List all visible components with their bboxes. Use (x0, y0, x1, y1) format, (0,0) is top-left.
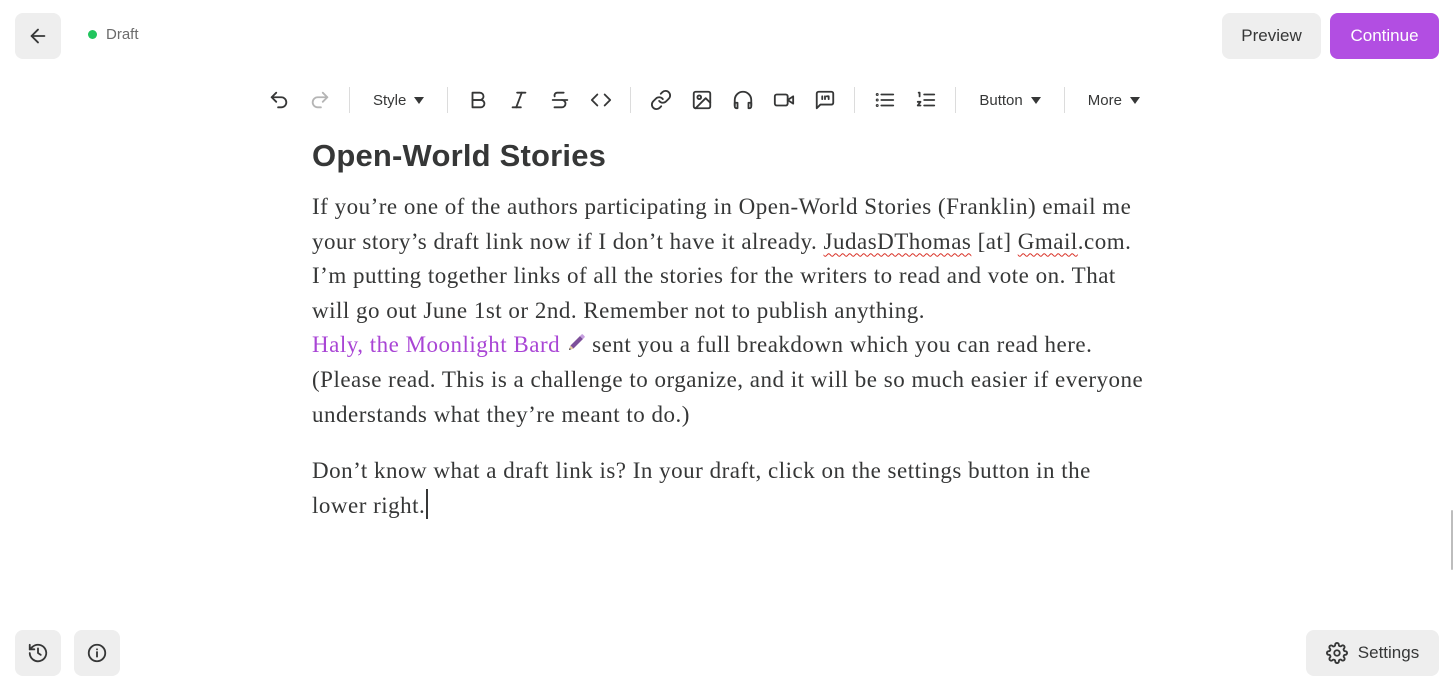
pullquote-button[interactable] (804, 80, 845, 120)
status-label: Draft (106, 26, 139, 43)
arrow-left-icon (30, 28, 46, 44)
continue-button[interactable]: Continue (1330, 13, 1439, 59)
style-dropdown-label: Style (373, 91, 407, 109)
text-line: lower right. (312, 488, 1142, 524)
history-button[interactable] (15, 630, 61, 676)
text-run: [at] (971, 228, 1018, 254)
text-run: sent you a full breakdown which you can … (592, 332, 1093, 358)
gear-icon (1325, 642, 1348, 664)
italic-icon (511, 91, 527, 109)
post-title[interactable]: Open-World Stories (312, 138, 1142, 174)
toolbar-divider (349, 87, 350, 113)
more-dropdown-label: More (1087, 91, 1122, 109)
text-cursor (426, 488, 428, 519)
bold-button[interactable] (457, 80, 498, 120)
editor-body[interactable]: Open-World Stories If you’re one of the … (312, 138, 1144, 545)
redo-button[interactable] (299, 80, 340, 120)
caret-down-icon (1030, 96, 1041, 104)
redo-icon (311, 91, 328, 109)
text-run: .com. (1077, 228, 1132, 254)
video-button[interactable] (763, 80, 804, 120)
settings-label: Settings (1357, 643, 1420, 662)
toolbar-divider (447, 87, 449, 113)
spellcheck-word: JudasDThomas (823, 228, 972, 254)
code-icon (590, 93, 611, 107)
text-run: your story’s draft link now if I don’t h… (312, 228, 824, 254)
history-icon (28, 643, 48, 663)
strikethrough-button[interactable] (539, 80, 580, 120)
more-dropdown[interactable]: More (1074, 80, 1154, 120)
undo-button[interactable] (258, 80, 299, 120)
text-line: will go out June 1st or 2nd. Remember no… (312, 297, 925, 323)
video-icon (773, 93, 794, 107)
strikethrough-icon (551, 91, 569, 109)
bold-icon (471, 91, 486, 109)
scrollbar-thumb[interactable] (1451, 510, 1453, 570)
text-line: Haly, the Moonlight Bard sent you a full … (312, 328, 1142, 363)
text-line: (Please read. This is a challenge to org… (312, 366, 1144, 392)
button-dropdown-label: Button (979, 91, 1023, 109)
spellcheck-word: Gmail (1017, 228, 1078, 254)
text-run: lower right. (312, 492, 426, 518)
pen-emoji-icon (569, 334, 585, 351)
link-button[interactable] (640, 80, 681, 120)
italic-button[interactable] (498, 80, 539, 120)
status-dot (88, 30, 97, 39)
text-line: your story’s draft link now if I don’t h… (312, 225, 1142, 260)
audio-icon (733, 90, 753, 110)
numbered-list-icon (916, 91, 936, 107)
paragraph-1[interactable]: If you’re one of the authors participati… (312, 190, 1144, 432)
back-button[interactable] (15, 13, 61, 59)
editor-toolbar: Style Button More (258, 80, 1154, 120)
text-line: understands what they’re meant to do.) (312, 401, 690, 427)
text-line: If you’re one of the authors participati… (312, 194, 1132, 219)
toolbar-divider (854, 87, 856, 113)
link-icon (650, 89, 671, 111)
bullet-list-icon (875, 93, 895, 107)
settings-button[interactable]: Settings (1306, 630, 1439, 676)
info-icon (87, 643, 107, 663)
text-line: I’m putting together links of all the st… (312, 263, 1116, 289)
text-line: Don’t know what a draft link is? In your… (312, 458, 1091, 484)
user-mention[interactable]: Haly, the Moonlight Bard (312, 332, 560, 357)
toolbar-divider (1063, 87, 1065, 113)
undo-icon (270, 91, 287, 109)
code-button[interactable] (580, 80, 621, 120)
button-dropdown[interactable]: Button (965, 80, 1054, 120)
audio-button[interactable] (722, 80, 763, 120)
caret-down-icon (1129, 96, 1140, 104)
draft-status: Draft (88, 26, 139, 43)
toolbar-divider (955, 87, 957, 113)
bullet-list-button[interactable] (864, 80, 905, 120)
preview-button[interactable]: Preview (1222, 13, 1321, 59)
image-button[interactable] (681, 80, 722, 120)
style-dropdown[interactable]: Style (359, 80, 438, 120)
caret-down-icon (414, 96, 425, 104)
numbered-list-button[interactable] (905, 80, 946, 120)
toolbar-divider (630, 87, 632, 113)
info-button[interactable] (74, 630, 120, 676)
pullquote-icon (815, 90, 835, 110)
paragraph-2[interactable]: Don’t know what a draft link is? In your… (312, 454, 1142, 523)
image-icon (692, 90, 712, 110)
